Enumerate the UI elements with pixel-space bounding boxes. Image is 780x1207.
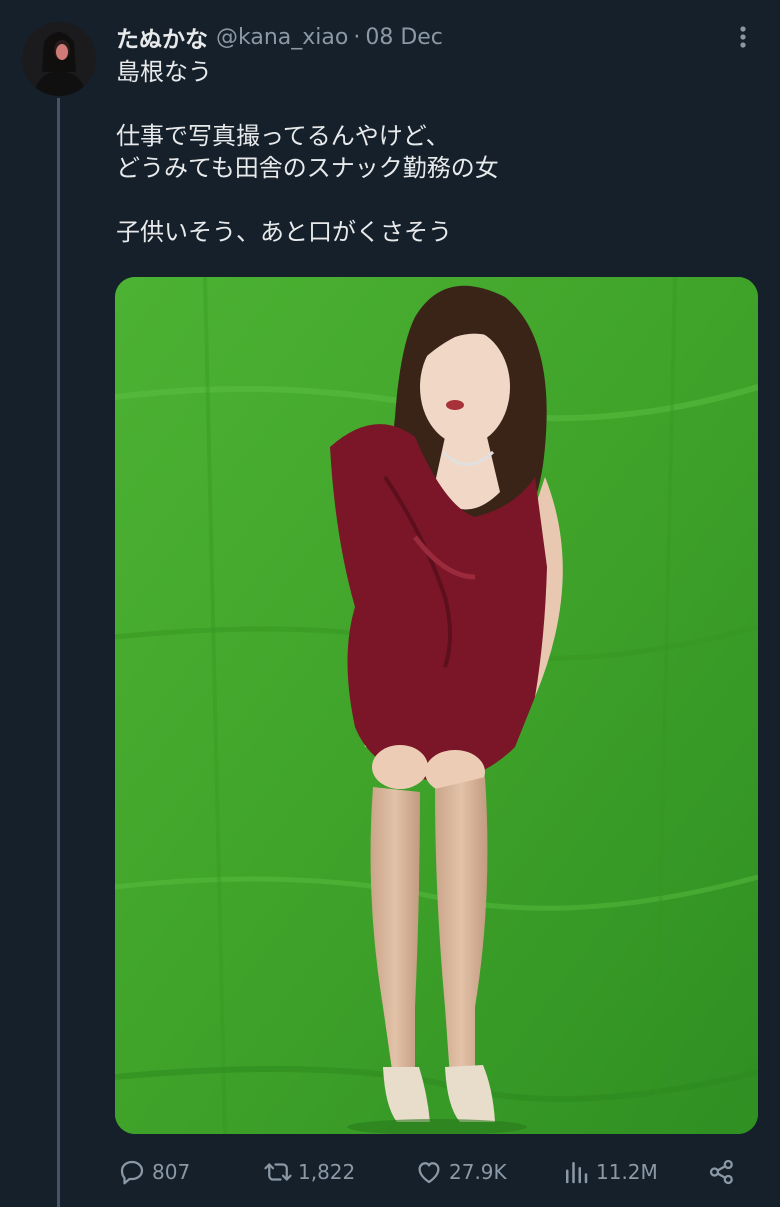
view-count: 11.2M — [596, 1160, 658, 1184]
timestamp[interactable]: 08 Dec — [365, 25, 443, 50]
handle[interactable]: @kana_xiao — [216, 25, 348, 50]
heart-icon — [413, 1156, 445, 1188]
tweet-line: 子供いそう、あと口がくさそう — [116, 218, 452, 246]
repost-count: 1,822 — [298, 1160, 356, 1184]
reply-icon — [116, 1156, 148, 1188]
tweet-line: どうみても田舎のスナック勤務の女 — [116, 154, 499, 182]
like-count: 27.9K — [449, 1160, 507, 1184]
tweet-header: たぬかな @kana_xiao · 08 Dec — [116, 20, 443, 54]
repost-icon — [262, 1156, 294, 1188]
tweet-line: 島根なう — [116, 58, 212, 86]
thread-line — [57, 98, 60, 1207]
bar-chart-icon — [560, 1156, 592, 1188]
more-button[interactable] — [728, 22, 758, 52]
tweet-line: 仕事で写真撮ってるんやけど、 — [116, 122, 450, 150]
reply-count: 807 — [152, 1160, 191, 1184]
tweet-photo[interactable] — [115, 277, 758, 1134]
share-icon — [706, 1156, 738, 1188]
display-name[interactable]: たぬかな — [116, 20, 208, 54]
avatar[interactable] — [22, 22, 96, 96]
tweet-text: 島根なう 仕事で写真撮ってるんやけど、 どうみても田舎のスナック勤務の女 子供い… — [116, 56, 756, 248]
separator: · — [353, 24, 361, 50]
more-vertical-icon — [740, 26, 746, 48]
tweet-meta: @kana_xiao · 08 Dec — [216, 25, 443, 50]
tweet-line — [116, 88, 756, 120]
share-button[interactable] — [706, 1152, 742, 1192]
action-bar: 807 1,822 27.9K 11.2M — [116, 1152, 746, 1192]
photo-image — [115, 277, 758, 1134]
like-button[interactable]: 27.9K — [413, 1152, 507, 1192]
tweet-line — [116, 184, 756, 216]
reply-button[interactable]: 807 — [116, 1152, 190, 1192]
views-button[interactable]: 11.2M — [560, 1152, 658, 1192]
repost-button[interactable]: 1,822 — [262, 1152, 355, 1192]
